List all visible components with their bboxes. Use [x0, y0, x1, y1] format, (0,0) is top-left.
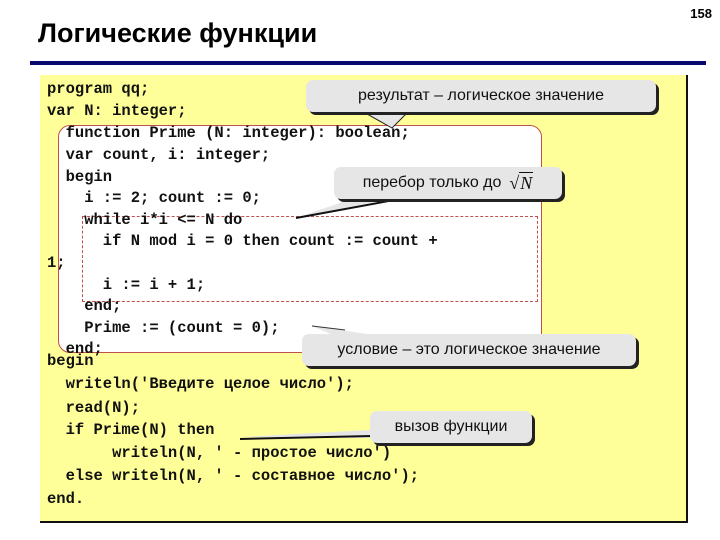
square-root-n-formula: √N	[509, 171, 534, 194]
code-line-15: writeln('Введите целое число');	[47, 375, 354, 393]
code-line-18: writeln(N, ' - простое число')	[47, 444, 392, 462]
callout-condition: условие – это логическое значение	[302, 334, 636, 366]
slide-title: Логические функции	[38, 18, 318, 48]
radicand: N	[519, 171, 534, 193]
code-line-12: Prime := (count = 0);	[47, 319, 280, 337]
code-line-7: while i*i <= N do	[47, 211, 243, 229]
code-line-3: function Prime (N: integer): boolean;	[47, 124, 410, 142]
page-number: 158	[690, 6, 712, 21]
code-line-19: else writeln(N, ' - составное число');	[47, 467, 420, 485]
code-line-6: i := 2; count := 0;	[47, 189, 261, 207]
code-line-14: begin	[47, 352, 94, 370]
code-line-4: var count, i: integer;	[47, 146, 271, 164]
code-line-2: var N: integer;	[47, 102, 187, 120]
callout-condition-text: условие – это логическое значение	[337, 341, 601, 358]
callout-loop-limit: перебор только до √N	[334, 167, 562, 199]
callout-function-call: вызов функции	[370, 411, 532, 443]
code-line-16: read(N);	[47, 399, 141, 417]
callout-loop-limit-text: перебор только до	[362, 174, 502, 191]
radical-sign-icon: √	[509, 172, 520, 193]
callout-function-call-text: вызов функции	[394, 418, 508, 435]
code-line-5: begin	[47, 168, 113, 186]
code-line-9: 1;	[47, 254, 66, 272]
callout-result-type-text: результат – логическое значение	[358, 87, 604, 104]
code-line-8: if N mod i = 0 then count := count +	[47, 232, 438, 250]
callout-result-type: результат – логическое значение	[306, 80, 656, 112]
code-line-20: end.	[47, 490, 85, 508]
code-line-11: end;	[47, 297, 122, 315]
code-line-10: i := i + 1;	[47, 276, 206, 294]
title-divider	[30, 61, 706, 65]
code-line-17: if Prime(N) then	[47, 421, 215, 439]
code-line-1: program qq;	[47, 80, 150, 98]
